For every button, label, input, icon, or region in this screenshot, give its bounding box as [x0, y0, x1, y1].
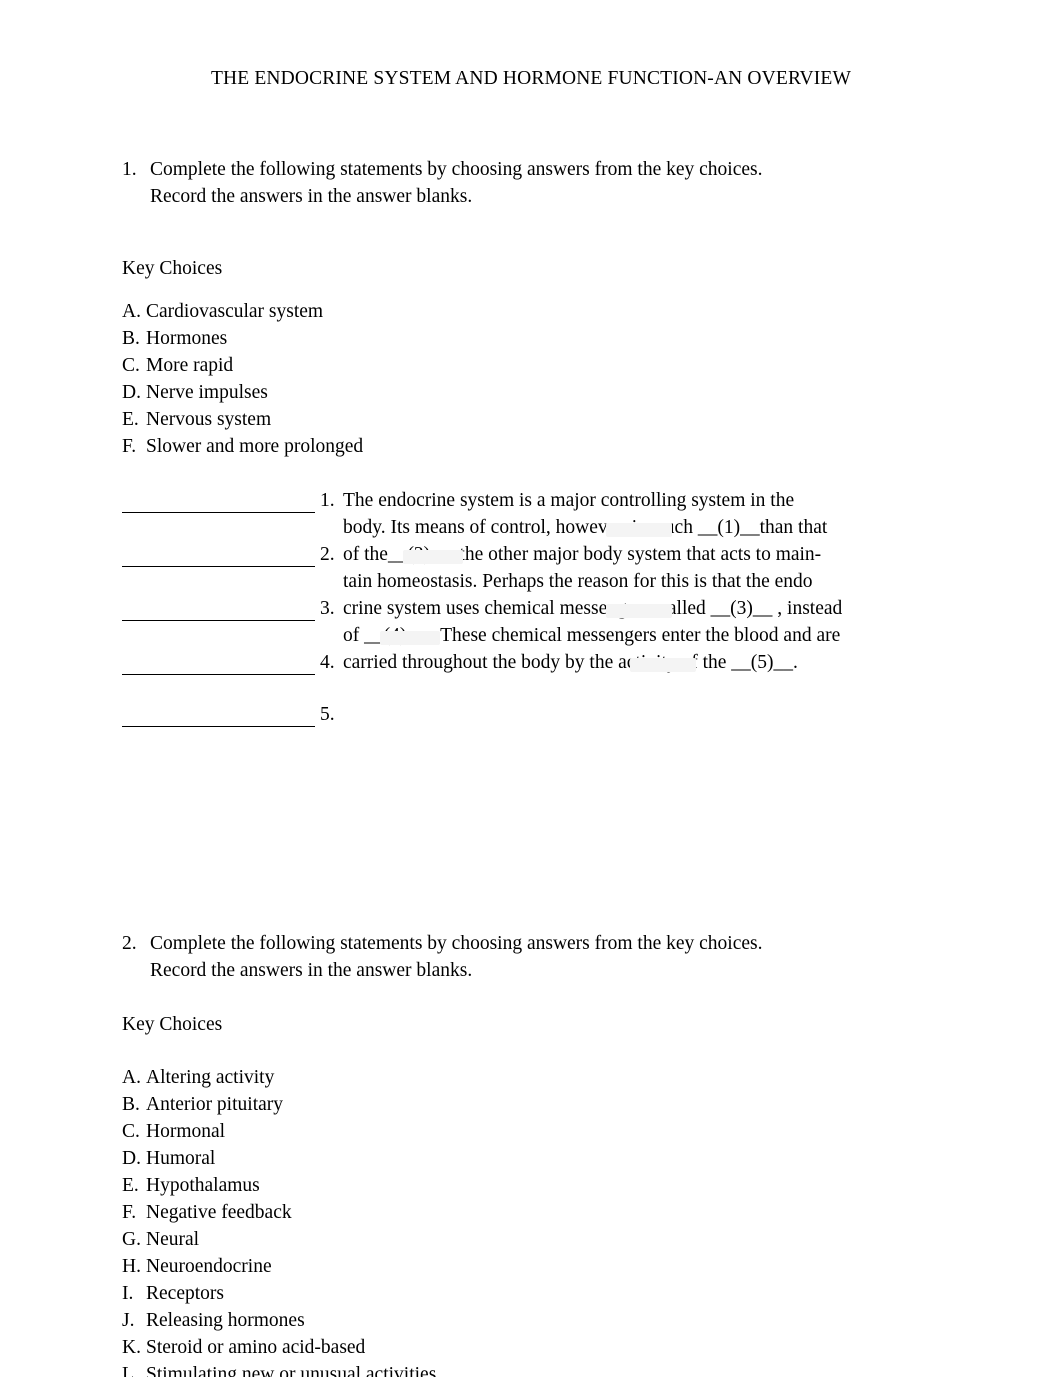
- list-item: G. Neural: [122, 1226, 436, 1253]
- answer-blank-number-3: 3.: [320, 598, 335, 619]
- choice-letter: J.: [122, 1310, 135, 1331]
- paragraph-line: tain homeostasis. Perhaps the reason for…: [343, 571, 813, 592]
- choice-letter: D.: [122, 1148, 141, 1169]
- list-item: B. Hormones: [122, 325, 363, 352]
- choice-letter: C.: [122, 355, 140, 376]
- choice-letter: H.: [122, 1256, 141, 1277]
- choice-text: Neural: [146, 1229, 200, 1250]
- choice-letter: C.: [122, 1121, 140, 1142]
- choice-letter: G.: [122, 1229, 141, 1250]
- choice-text: Releasing hormones: [146, 1310, 305, 1331]
- choice-letter: A.: [122, 301, 141, 322]
- scan-smudge: [606, 604, 672, 618]
- choice-letter: K.: [122, 1337, 141, 1358]
- list-item: A. Cardiovascular system: [122, 298, 363, 325]
- answer-blank-number-2: 2.: [320, 544, 335, 565]
- choice-text: Neuroendocrine: [146, 1256, 272, 1277]
- choice-letter: F.: [122, 436, 137, 457]
- choice-text: Nerve impulses: [146, 382, 268, 403]
- list-item: F. Slower and more prolonged: [122, 433, 363, 460]
- choice-text: Humoral: [146, 1148, 216, 1169]
- choice-text: Negative feedback: [146, 1202, 292, 1223]
- list-item: D. Humoral: [122, 1145, 436, 1172]
- choice-letter: D.: [122, 382, 141, 403]
- list-item: K. Steroid or amino acid-based: [122, 1334, 436, 1361]
- list-item: E. Nervous system: [122, 406, 363, 433]
- section1-instruction: 1. Complete the following statements by c…: [122, 156, 763, 210]
- choice-letter: E.: [122, 1175, 139, 1196]
- section2-instruction: 2. Complete the following statements by c…: [122, 930, 763, 984]
- list-item: E. Hypothalamus: [122, 1172, 436, 1199]
- list-item: F. Negative feedback: [122, 1199, 436, 1226]
- scan-smudge: [380, 631, 440, 645]
- list-item: B. Anterior pituitary: [122, 1091, 436, 1118]
- document-page: THE ENDOCRINE SYSTEM AND HORMONE FUNCTIO…: [0, 0, 1062, 1377]
- scan-smudge: [403, 550, 463, 564]
- choice-text: Altering activity: [146, 1067, 275, 1088]
- list-item: A. Altering activity: [122, 1064, 436, 1091]
- section1-answer-area: 1. 2. 3. 4. 5. The endocrine system is a…: [122, 487, 942, 737]
- section1-instruction-line2: Record the answers in the answer blanks.: [150, 186, 473, 207]
- choice-text: Nervous system: [146, 409, 272, 430]
- section1-instruction-line1: 1. Complete the following statements by c…: [122, 156, 763, 183]
- choice-letter: B.: [122, 1094, 140, 1115]
- section2-instruction-text1: Complete the following statements by cho…: [150, 933, 763, 954]
- section2-key-choices-heading: Key Choices: [122, 1014, 223, 1035]
- scan-smudge: [630, 658, 696, 672]
- list-item: I. Receptors: [122, 1280, 436, 1307]
- answer-blank-number-5: 5.: [320, 704, 335, 725]
- section2-number: 2.: [122, 933, 137, 954]
- section1-number: 1.: [122, 159, 137, 180]
- answer-blank-4[interactable]: [122, 674, 315, 675]
- paragraph-line: The endocrine system is a major controll…: [343, 490, 795, 511]
- answer-blank-3[interactable]: [122, 620, 315, 621]
- section1-key-choices-list: A. Cardiovascular system B. Hormones C. Mor…: [122, 298, 363, 460]
- choice-letter: A.: [122, 1067, 141, 1088]
- section1-key-choices-heading: Key Choices: [122, 258, 223, 279]
- answer-blank-5[interactable]: [122, 726, 315, 727]
- choice-text: Stimulating new or unusual activities: [146, 1364, 437, 1377]
- choice-text: Slower and more prolonged: [146, 436, 364, 457]
- choice-letter: L.: [122, 1364, 139, 1377]
- page-title: THE ENDOCRINE SYSTEM AND HORMONE FUNCTIO…: [210, 68, 852, 89]
- section2-key-choices-list: A. Altering activity B. Anterior pituitary…: [122, 1064, 436, 1377]
- answer-blank-1[interactable]: [122, 512, 315, 513]
- choice-text: Anterior pituitary: [146, 1094, 284, 1115]
- section2-instruction-line1: 2. Complete the following statements by c…: [122, 930, 763, 957]
- choice-text: Hypothalamus: [146, 1175, 260, 1196]
- list-item: H. Neuroendocrine: [122, 1253, 436, 1280]
- answer-blank-2[interactable]: [122, 566, 315, 567]
- list-item: C. More rapid: [122, 352, 363, 379]
- choice-text: Cardiovascular system: [146, 301, 324, 322]
- choice-text: More rapid: [146, 355, 234, 376]
- list-item: J. Releasing hormones: [122, 1307, 436, 1334]
- list-item: D. Nerve impulses: [122, 379, 363, 406]
- section1-paragraph: The endocrine system is a major controll…: [343, 487, 943, 676]
- scan-smudge: [606, 523, 672, 537]
- choice-letter: I.: [122, 1283, 134, 1304]
- choice-text: Receptors: [146, 1283, 224, 1304]
- choice-text: Hormonal: [146, 1121, 226, 1142]
- choice-text: Hormones: [146, 328, 228, 349]
- choice-letter: B.: [122, 328, 140, 349]
- choice-letter: E.: [122, 409, 139, 430]
- answer-blank-number-4: 4.: [320, 652, 335, 673]
- section1-instruction-text1: Complete the following statements by cho…: [150, 159, 763, 180]
- answer-blank-number-1: 1.: [320, 490, 335, 511]
- list-item: C. Hormonal: [122, 1118, 436, 1145]
- choice-text: Steroid or amino acid-based: [146, 1337, 366, 1358]
- section2-instruction-line2: Record the answers in the answer blanks.: [150, 960, 473, 981]
- choice-letter: F.: [122, 1202, 137, 1223]
- list-item: L. Stimulating new or unusual activities: [122, 1361, 436, 1377]
